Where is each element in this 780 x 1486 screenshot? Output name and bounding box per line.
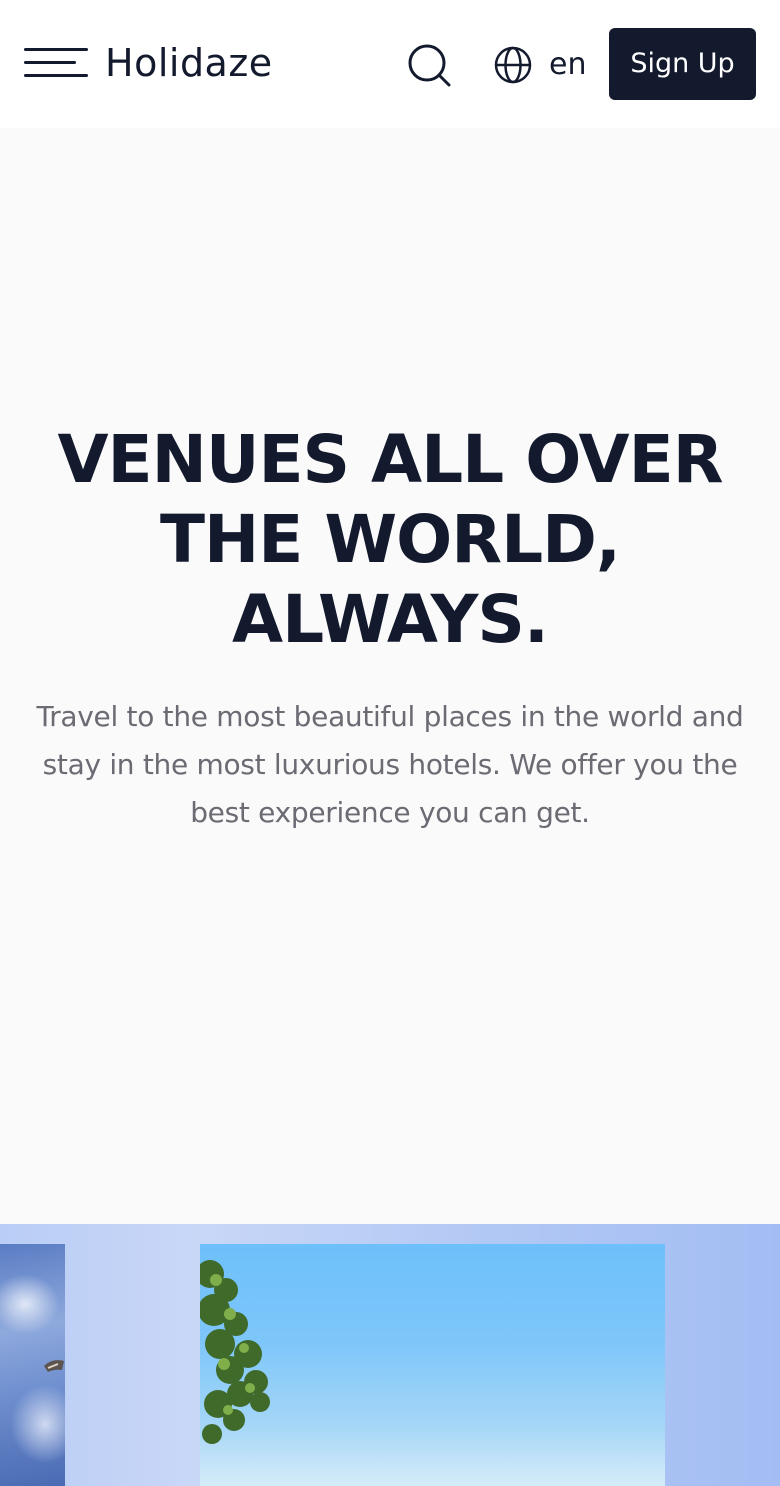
venue-gallery [0,1224,780,1486]
language-label: en [549,47,587,82]
logo[interactable]: Holidaze [105,38,273,88]
gallery-image-main[interactable] [200,1244,665,1486]
language-selector[interactable]: en [493,44,589,86]
globe-icon [494,46,532,84]
search-icon[interactable] [406,42,452,88]
hero-subtitle: Travel to the most beautiful places in t… [36,700,744,829]
hero-section: VENUES ALL OVER THE WORLD, ALWAYS. Trave… [0,128,780,1224]
tree-foliage [200,1260,270,1444]
hero-title: VENUES ALL OVER THE WORLD, ALWAYS. [57,421,723,658]
site-header: Holidaze en Sign Up [0,0,780,128]
hamburger-menu-icon[interactable] [24,46,88,82]
sign-up-button[interactable]: Sign Up [609,28,756,100]
gallery-image-left[interactable] [0,1244,65,1486]
